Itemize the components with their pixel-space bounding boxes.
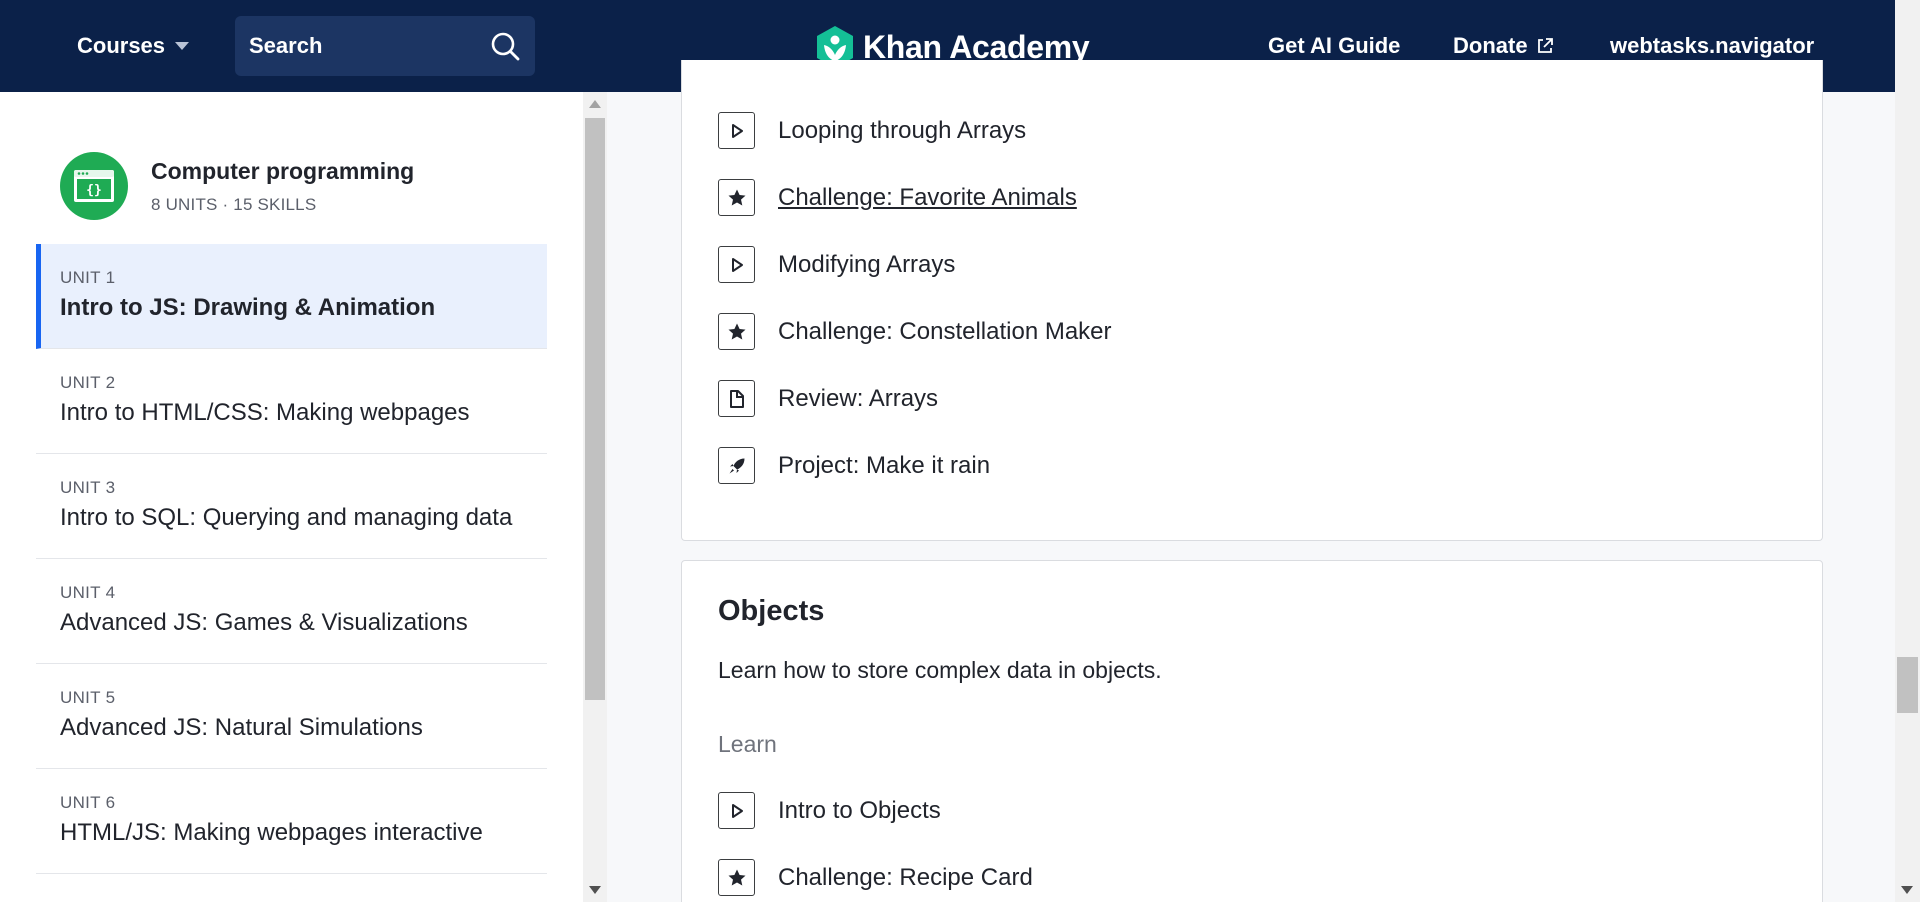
- sidebar-scrollbar-thumb[interactable]: [585, 118, 605, 700]
- lesson-title: Project: Make it rain: [778, 451, 991, 479]
- course-meta: 8 UNITS · 15 SKILLS: [151, 194, 317, 214]
- unit-item-3[interactable]: UNIT 3 Intro to SQL: Querying and managi…: [36, 454, 547, 559]
- unit-name: Intro to SQL: Querying and managing data: [60, 504, 513, 531]
- courses-label: Courses: [77, 33, 166, 58]
- lesson-item-challenge-constellation-maker[interactable]: Challenge: Constellation Maker: [718, 313, 1112, 350]
- star-icon: [718, 313, 755, 350]
- unit-label: UNIT 4: [60, 583, 116, 602]
- course-header[interactable]: {} Computer programming 8 UNITS · 15 SKI…: [60, 152, 414, 220]
- page-scrollbar[interactable]: [1895, 0, 1920, 902]
- unit-item-1[interactable]: UNIT 1 Intro to JS: Drawing & Animation: [36, 244, 547, 349]
- lesson-title: Challenge: Favorite Animals: [778, 183, 1077, 211]
- unit-item-5[interactable]: UNIT 5 Advanced JS: Natural Simulations: [36, 664, 547, 769]
- unit-name: Intro to HTML/CSS: Making webpages: [60, 399, 470, 426]
- svg-text:{}: {}: [86, 183, 102, 198]
- donate-label: Donate: [1453, 33, 1528, 58]
- play-icon: [718, 792, 755, 829]
- lesson-title: Modifying Arrays: [778, 250, 956, 278]
- scroll-down-arrow-icon[interactable]: [589, 886, 601, 894]
- chevron-down-icon: [175, 42, 190, 50]
- unit-item-6[interactable]: UNIT 6 HTML/JS: Making webpages interact…: [36, 769, 547, 874]
- computer-programming-icon: {}: [60, 152, 128, 220]
- unit-list: UNIT 1 Intro to JS: Drawing & Animation …: [36, 244, 547, 874]
- unit-label: UNIT 2: [60, 373, 116, 392]
- unit-label: UNIT 1: [60, 268, 116, 287]
- page-scrollbar-thumb[interactable]: [1897, 657, 1918, 713]
- lesson-item-challenge-favorite-animals[interactable]: Challenge: Favorite Animals: [718, 179, 1077, 216]
- scroll-up-arrow-icon[interactable]: [589, 100, 601, 108]
- external-link-icon: [1537, 38, 1553, 53]
- unit-name: Intro to JS: Drawing & Animation: [60, 294, 436, 321]
- lesson-item-intro-to-objects[interactable]: Intro to Objects: [718, 792, 941, 829]
- lesson-title: Looping through Arrays: [778, 116, 1027, 144]
- lesson-title: Challenge: Constellation Maker: [778, 317, 1112, 345]
- lesson-item-project-make-it-rain[interactable]: Project: Make it rain: [718, 447, 990, 484]
- rocket-icon: [718, 447, 755, 484]
- unit-label: UNIT 3: [60, 478, 116, 497]
- section-description: Learn how to store complex data in objec…: [718, 657, 1162, 683]
- lesson-title: Intro to Objects: [778, 796, 941, 824]
- course-sidebar: {} Computer programming 8 UNITS · 15 SKI…: [0, 92, 583, 902]
- unit-name: Advanced JS: Natural Simulations: [60, 714, 423, 741]
- unit-item-4[interactable]: UNIT 4 Advanced JS: Games & Visualizatio…: [36, 559, 547, 664]
- unit-name: Advanced JS: Games & Visualizations: [60, 609, 468, 636]
- search-icon[interactable]: [489, 30, 521, 62]
- learn-heading: Learn: [718, 731, 777, 757]
- get-ai-guide-link[interactable]: Get AI Guide: [1268, 28, 1400, 64]
- unit-label: UNIT 6: [60, 793, 116, 812]
- course-title[interactable]: Computer programming: [151, 158, 414, 185]
- search-placeholder: Search: [249, 33, 323, 58]
- lesson-item-review-arrays[interactable]: Review: Arrays: [718, 380, 938, 417]
- star-icon: [718, 179, 755, 216]
- page-scroll-down-arrow-icon[interactable]: [1901, 886, 1913, 894]
- play-icon: [718, 246, 755, 283]
- courses-menu-button[interactable]: Courses: [77, 28, 190, 64]
- get-ai-guide-label: Get AI Guide: [1268, 33, 1401, 58]
- lesson-title: Challenge: Recipe Card: [778, 863, 1033, 891]
- document-icon: [718, 380, 755, 417]
- play-icon: [718, 112, 755, 149]
- star-icon: [718, 859, 755, 896]
- lesson-item-modifying-arrays[interactable]: Modifying Arrays: [718, 246, 955, 283]
- objects-lesson-card: Objects Learn how to store complex data …: [681, 560, 1823, 902]
- arrays-lesson-card: Looping through Arrays Challenge: Favori…: [681, 60, 1823, 541]
- donate-link[interactable]: Donate: [1453, 28, 1554, 64]
- user-menu-button[interactable]: webtasks.navigator: [1610, 28, 1814, 64]
- unit-name: HTML/JS: Making webpages interactive: [60, 819, 483, 846]
- search-input[interactable]: Search: [235, 16, 535, 76]
- username-label: webtasks.navigator: [1610, 33, 1815, 58]
- section-title[interactable]: Objects: [718, 595, 824, 628]
- lesson-item-looping-through-arrays[interactable]: Looping through Arrays: [718, 112, 1026, 149]
- unit-item-2[interactable]: UNIT 2 Intro to HTML/CSS: Making webpage…: [36, 349, 547, 454]
- lesson-title: Review: Arrays: [778, 384, 939, 412]
- unit-label: UNIT 5: [60, 688, 116, 707]
- lesson-item-challenge-recipe-card[interactable]: Challenge: Recipe Card: [718, 859, 1033, 896]
